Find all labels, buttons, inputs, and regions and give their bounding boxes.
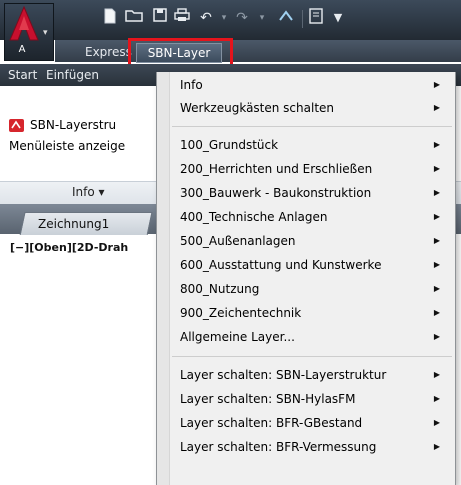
menu-item-400[interactable]: 400_Technische Anlagen ▶ [169, 206, 454, 228]
new-file-icon[interactable] [100, 8, 120, 28]
viewport-controls[interactable]: [−][Oben][2D-Drah [10, 241, 128, 254]
submenu-arrow-icon: ▶ [433, 418, 440, 427]
redo-icon[interactable]: ↷ [232, 8, 252, 28]
ribbon-button-menueleiste[interactable]: Menüleiste anzeige [9, 139, 125, 153]
menu-item-300[interactable]: 300_Bauwerk - Baukonstruktion ▶ [169, 182, 454, 204]
submenu-arrow-icon: ▶ [433, 284, 440, 293]
workspace-icon[interactable] [276, 8, 296, 28]
menu-item-label: Layer schalten: SBN-Layerstruktur [180, 368, 387, 382]
menu-item-info[interactable]: Info ▶ [169, 74, 454, 96]
submenu-arrow-icon: ▶ [433, 308, 440, 317]
menu-item-label: 900_Zeichentechnik [180, 306, 302, 320]
tab-einfuegen[interactable]: Einfügen [46, 68, 99, 82]
menu-item-label: 400_Technische Anlagen [180, 210, 328, 224]
ribbon-button-sbn-layerstruktur[interactable]: SBN-Layerstru [30, 118, 116, 132]
menu-item-layer-bfr-gbestand[interactable]: Layer schalten: BFR-GBestand ▶ [169, 412, 454, 434]
menu-item-label: Layer schalten: BFR-Vermessung [180, 440, 377, 454]
menu-item-900[interactable]: 900_Zeichentechnik ▶ [169, 302, 454, 324]
menu-item-800[interactable]: 800_Nutzung ▶ [169, 278, 454, 300]
print-icon[interactable] [172, 8, 192, 28]
save-icon[interactable] [150, 8, 170, 28]
submenu-arrow-icon: ▶ [433, 103, 440, 112]
submenu-arrow-icon: ▶ [433, 332, 440, 341]
autocad-logo-icon [9, 6, 39, 41]
menu-express[interactable]: Express [85, 45, 132, 59]
undo-icon[interactable]: ↶ [196, 8, 216, 28]
toolbar-separator [302, 10, 303, 28]
application-letter: A [18, 44, 26, 55]
submenu-arrow-icon: ▶ [433, 188, 440, 197]
submenu-arrow-icon: ▶ [433, 442, 440, 451]
chevron-down-icon[interactable]: ▾ [252, 8, 272, 28]
menu-item-label: 300_Bauwerk - Baukonstruktion [180, 186, 372, 200]
document-tab-label: Zeichnung1 [38, 217, 110, 231]
submenu-arrow-icon: ▶ [433, 236, 440, 245]
menu-item-layer-sbn-hylasfm[interactable]: Layer schalten: SBN-HylasFM ▶ [169, 388, 454, 410]
open-folder-icon[interactable] [124, 8, 144, 28]
menu-item-label: 600_Ausstattung und Kunstwerke [180, 258, 382, 272]
menu-item-label: 200_Herrichten und Erschließen [180, 162, 373, 176]
menu-item-label: 800_Nutzung [180, 282, 260, 296]
menu-item-label: Layer schalten: SBN-HylasFM [180, 392, 356, 406]
submenu-arrow-icon: ▶ [433, 394, 440, 403]
application-menu-button[interactable]: A ▾ [4, 3, 54, 61]
menu-item-layer-bfr-vermessung[interactable]: Layer schalten: BFR-Vermessung ▶ [169, 436, 454, 458]
menu-item-600[interactable]: 600_Ausstattung und Kunstwerke ▶ [169, 254, 454, 276]
menu-item-500[interactable]: 500_Außenanlagen ▶ [169, 230, 454, 252]
submenu-arrow-icon: ▶ [433, 370, 440, 379]
submenu-arrow-icon: ▶ [433, 140, 440, 149]
menu-item-200[interactable]: 200_Herrichten und Erschließen ▶ [169, 158, 454, 180]
properties-icon[interactable] [306, 8, 326, 28]
menu-item-label: 500_Außenanlagen [180, 234, 296, 248]
submenu-arrow-icon: ▶ [433, 164, 440, 173]
menu-item-label: Werkzeugkästen schalten [180, 101, 335, 115]
customize-quick-access-icon[interactable]: ▼ [328, 8, 348, 28]
menu-item-allgemeine-layer[interactable]: Allgemeine Layer... ▶ [169, 326, 454, 348]
menu-item-label: Info [180, 78, 203, 92]
tab-start[interactable]: Start [8, 68, 37, 82]
menu-item-label: Layer schalten: BFR-GBestand [180, 416, 363, 430]
menu-separator [172, 356, 452, 357]
menu-item-layer-sbn-layerstruktur[interactable]: Layer schalten: SBN-Layerstruktur ▶ [169, 364, 454, 386]
menu-item-label: Allgemeine Layer... [180, 330, 295, 344]
chevron-down-icon[interactable]: ▾ [214, 8, 234, 28]
sbn-layer-tool-icon[interactable] [9, 119, 24, 132]
menu-item-100[interactable]: 100_Grundstück ▶ [169, 134, 454, 156]
menu-item-werkzeugkaesten[interactable]: Werkzeugkästen schalten ▶ [169, 97, 454, 119]
submenu-arrow-icon: ▶ [433, 212, 440, 221]
menu-item-label: 100_Grundstück [180, 138, 279, 152]
chevron-down-icon: ▾ [43, 28, 48, 38]
panel-title-info[interactable]: Info ▾ [72, 185, 105, 199]
submenu-arrow-icon: ▶ [433, 80, 440, 89]
menu-separator [172, 126, 452, 127]
submenu-arrow-icon: ▶ [433, 260, 440, 269]
